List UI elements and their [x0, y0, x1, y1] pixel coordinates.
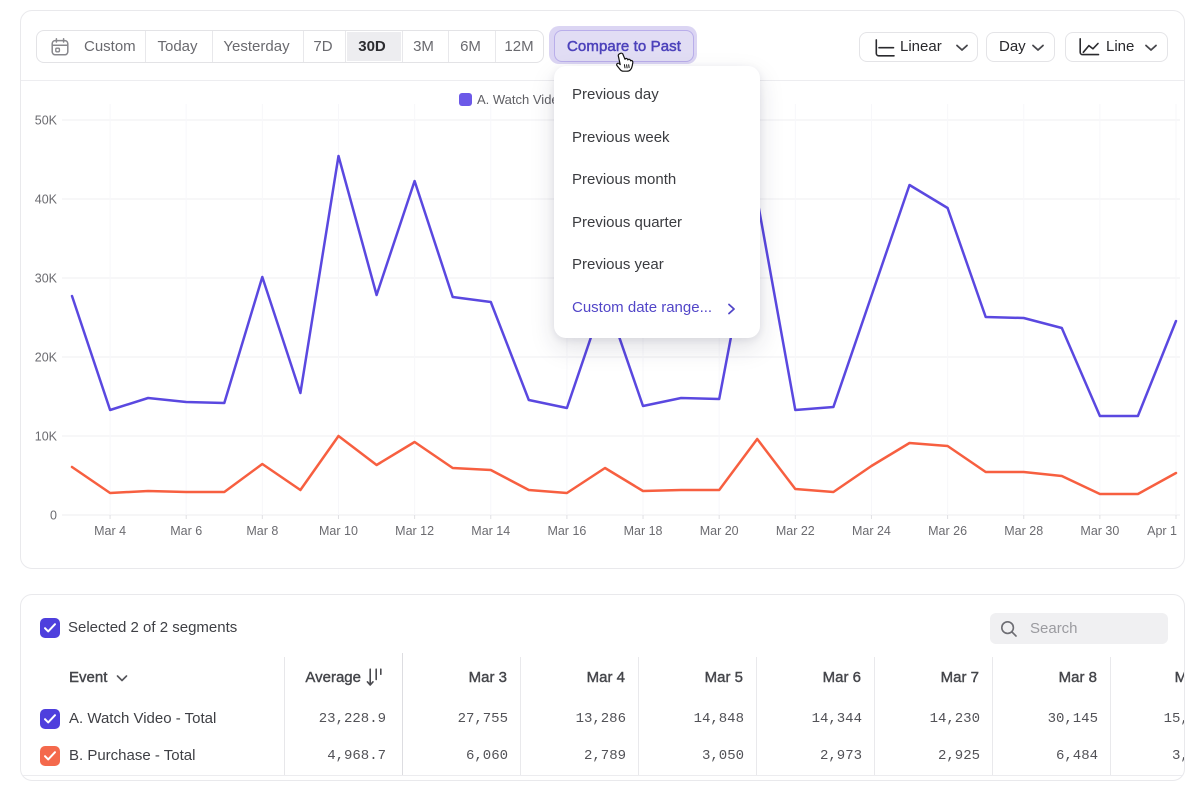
svg-text:10K: 10K	[35, 430, 58, 444]
svg-text:Mar 18: Mar 18	[624, 524, 663, 538]
svg-text:Mar 28: Mar 28	[1004, 524, 1043, 538]
svg-text:50K: 50K	[35, 114, 58, 128]
svg-text:20K: 20K	[35, 351, 58, 365]
svg-text:Mar 14: Mar 14	[471, 524, 510, 538]
svg-text:Apr 1: Apr 1	[1147, 524, 1177, 538]
svg-text:30K: 30K	[35, 272, 58, 286]
svg-text:Mar 26: Mar 26	[928, 524, 967, 538]
svg-text:Mar 8: Mar 8	[246, 524, 278, 538]
svg-text:0: 0	[50, 509, 57, 523]
svg-text:Mar 22: Mar 22	[776, 524, 815, 538]
svg-text:Mar 20: Mar 20	[700, 524, 739, 538]
svg-text:Mar 4: Mar 4	[94, 524, 126, 538]
svg-text:Mar 24: Mar 24	[852, 524, 891, 538]
svg-text:Mar 10: Mar 10	[319, 524, 358, 538]
svg-text:Mar 6: Mar 6	[170, 524, 202, 538]
svg-text:40K: 40K	[35, 193, 58, 207]
svg-text:Mar 30: Mar 30	[1080, 524, 1119, 538]
svg-text:Mar 16: Mar 16	[547, 524, 586, 538]
svg-text:Mar 12: Mar 12	[395, 524, 434, 538]
